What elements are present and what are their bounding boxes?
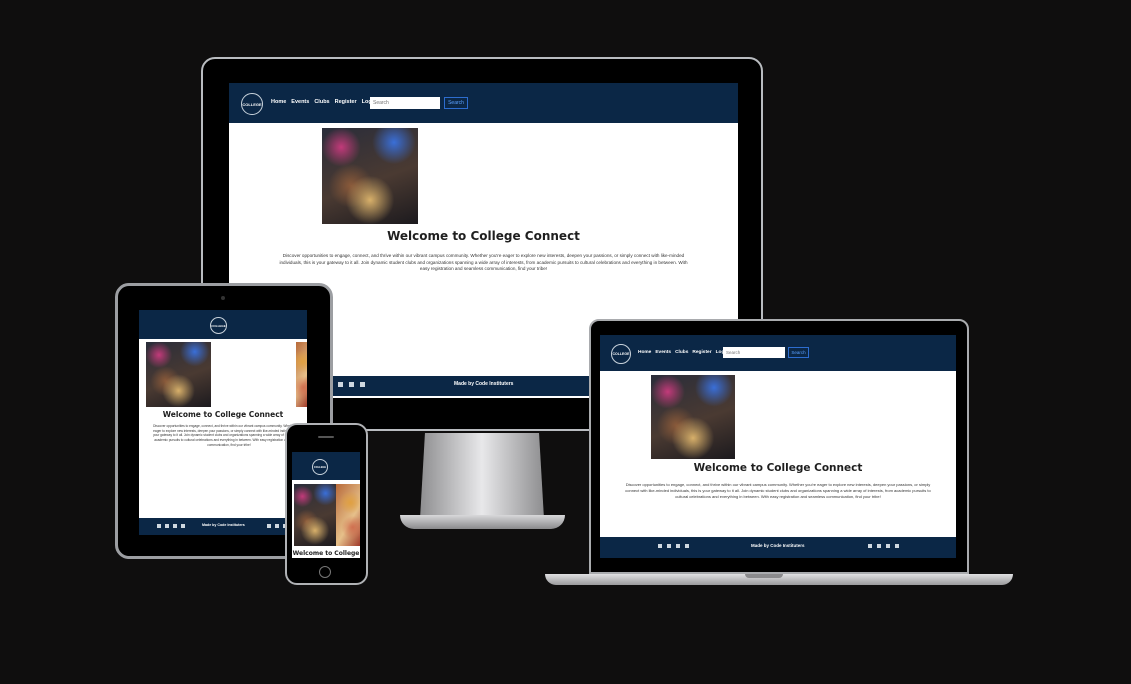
nav-link-register[interactable]: Register <box>335 99 357 105</box>
footer-credit: Made by Code Instituters <box>202 523 245 527</box>
search-input[interactable] <box>370 97 440 109</box>
nav-link-events[interactable]: Events <box>655 350 671 355</box>
facebook-icon[interactable] <box>658 544 662 548</box>
navbar: COLLEGE Home Events Clubs Register Login… <box>600 335 956 371</box>
tablet-screen: COLLEGE Welcome to College Connect Disco… <box>139 310 307 535</box>
navbar: COLLEGE <box>292 452 360 480</box>
nav-link-clubs[interactable]: Clubs <box>675 350 688 355</box>
linkedin-icon[interactable] <box>895 544 899 548</box>
instagram-icon[interactable] <box>676 544 680 548</box>
page-heading: Welcome to College <box>292 550 360 557</box>
nav-link-events[interactable]: Events <box>291 99 309 105</box>
phone-home-button[interactable] <box>319 566 331 578</box>
facebook-icon[interactable] <box>267 524 271 528</box>
social-icons <box>338 382 365 387</box>
hero-image <box>146 342 211 407</box>
social-icons-right <box>267 524 287 528</box>
facebook-icon[interactable] <box>157 524 161 528</box>
laptop-screen: COLLEGE Home Events Clubs Register Login… <box>600 335 956 558</box>
search-button[interactable]: Search <box>788 347 809 358</box>
twitter-icon[interactable] <box>275 524 279 528</box>
footer-credit: Made by Code Instituters <box>454 381 514 387</box>
hero-image <box>322 128 418 224</box>
navbar: COLLEGE <box>139 310 307 339</box>
page-heading: Welcome to College Connect <box>693 462 863 474</box>
twitter-icon[interactable] <box>165 524 169 528</box>
site-logo[interactable]: COLLEGE <box>241 93 263 115</box>
intro-paragraph: Discover opportunities to engage, connec… <box>153 424 305 447</box>
twitter-icon[interactable] <box>349 382 354 387</box>
phone-screen: COLLEGE Welcome to College <box>292 452 360 558</box>
twitter-icon[interactable] <box>667 544 671 548</box>
hero-image <box>651 375 735 459</box>
intro-paragraph: Discover opportunities to engage, connec… <box>279 253 688 272</box>
footer: Made by Code Instituters <box>139 518 307 535</box>
nav-link-home[interactable]: Home <box>271 99 286 105</box>
nav-link-clubs[interactable]: Clubs <box>314 99 329 105</box>
site-logo[interactable]: COLLEGE <box>611 344 631 364</box>
search-input[interactable] <box>723 347 785 358</box>
monitor-stand <box>420 433 544 519</box>
hero-image <box>294 484 336 546</box>
social-icons <box>658 544 689 548</box>
page-heading: Welcome to College Connect <box>387 229 580 243</box>
nav-link-register[interactable]: Register <box>692 350 711 355</box>
nav-links: Home Events Clubs Register Login <box>271 99 377 105</box>
twitter-icon[interactable] <box>877 544 881 548</box>
navbar: COLLEGE Home Events Clubs Register Login… <box>229 83 738 123</box>
footer: Made by Code Instituters <box>600 537 956 558</box>
site-logo[interactable]: COLLEGE <box>210 317 227 334</box>
hero-image-secondary <box>336 484 360 546</box>
instagram-icon[interactable] <box>360 382 365 387</box>
monitor-base <box>400 515 565 529</box>
linkedin-icon[interactable] <box>181 524 185 528</box>
linkedin-icon[interactable] <box>685 544 689 548</box>
page-heading: Welcome to College Connect <box>162 410 284 419</box>
phone-speaker <box>318 436 334 438</box>
site-logo[interactable]: COLLEGE <box>312 459 328 475</box>
logo-text: COLLEGE <box>612 352 630 356</box>
nav-link-home[interactable]: Home <box>638 350 651 355</box>
logo-text: COLLEGE <box>313 465 327 469</box>
footer-credit: Made by Code Instituters <box>751 543 805 548</box>
logo-text: COLLEGE <box>211 323 226 328</box>
instagram-icon[interactable] <box>173 524 177 528</box>
intro-paragraph: Discover opportunities to engage, connec… <box>625 482 931 499</box>
hero-image-secondary <box>296 342 307 407</box>
social-icons <box>157 524 185 528</box>
laptop-notch <box>745 574 783 578</box>
tablet-camera-icon <box>221 296 225 300</box>
logo-text: COLLEGE <box>242 101 262 107</box>
facebook-icon[interactable] <box>868 544 872 548</box>
facebook-icon[interactable] <box>338 382 343 387</box>
social-icons-right <box>868 544 899 548</box>
search-button[interactable]: Search <box>444 97 468 109</box>
instagram-icon[interactable] <box>886 544 890 548</box>
nav-links: Home Events Clubs Register Login <box>638 350 729 355</box>
